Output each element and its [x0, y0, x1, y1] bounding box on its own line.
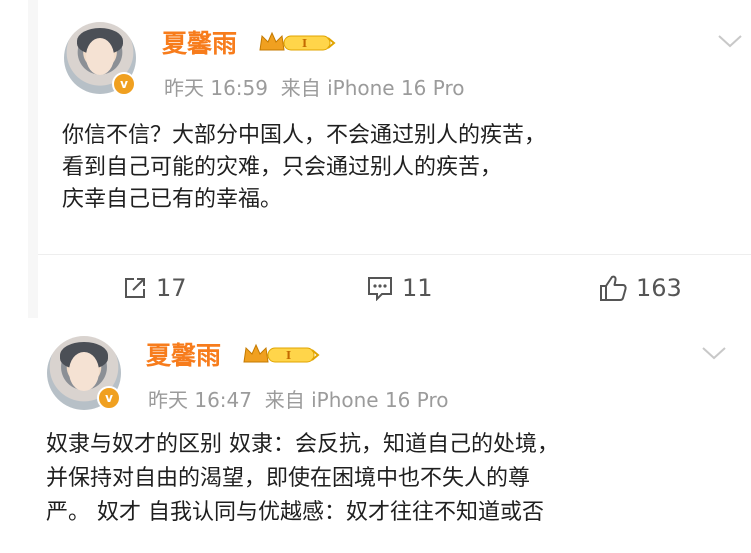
post-meta: 昨天 16:47 来自 iPhone 16 Pro: [148, 384, 448, 413]
post-line: 严。 奴才 自我认同与优越感：奴才往往不知道或否: [46, 500, 544, 525]
level-label: I: [302, 37, 307, 50]
post-meta: 昨天 16:59 来自 iPhone 16 Pro: [164, 72, 464, 101]
post-line: 并保持对自由的渴望，即使在困境中也不失人的尊: [46, 466, 531, 491]
author-name[interactable]: 夏馨雨: [146, 336, 221, 372]
post-source: 来自 iPhone 16 Pro: [280, 76, 465, 100]
share-count: 17: [156, 274, 187, 302]
chevron-down-icon[interactable]: [716, 32, 744, 50]
like-count: 163: [636, 274, 682, 302]
comment-icon: [368, 277, 392, 301]
verified-badge-icon: v: [97, 386, 121, 410]
like-icon: [600, 275, 627, 301]
post-text: 奴隶与奴才的区别 奴隶：会反抗，知道自己的处境， 并保持对自由的渴望，即使在困境…: [46, 428, 559, 530]
divider: [38, 254, 751, 255]
post-line: 看到自己可能的灾难，只会通过别人的疾苦，: [62, 155, 503, 180]
level-label: I: [286, 349, 291, 362]
like-button[interactable]: 163: [598, 270, 682, 306]
comment-button[interactable]: 11: [366, 270, 433, 306]
verified-badge-icon: v: [112, 72, 136, 96]
crown-level-icon: I: [243, 343, 320, 363]
comment-count: 11: [402, 274, 433, 302]
chevron-down-icon[interactable]: [700, 344, 728, 362]
post-line: 庆幸自己已有的幸福。: [62, 187, 283, 212]
crown-level-icon: I: [259, 31, 336, 51]
post-time: 昨天 16:47: [148, 388, 252, 412]
author-name[interactable]: 夏馨雨: [162, 24, 237, 60]
post-time: 昨天 16:59: [164, 76, 268, 100]
post-source: 来自 iPhone 16 Pro: [264, 388, 449, 412]
share-button[interactable]: 17: [122, 270, 187, 306]
post-line: 奴隶与奴才的区别 奴隶：会反抗，知道自己的处境，: [46, 432, 559, 457]
post-text: 你信不信？大部分中国人，不会通过别人的疾苦， 看到自己可能的灾难，只会通过别人的…: [62, 120, 546, 216]
share-icon: [125, 278, 145, 298]
post-line: 你信不信？大部分中国人，不会通过别人的疾苦，: [62, 123, 547, 148]
